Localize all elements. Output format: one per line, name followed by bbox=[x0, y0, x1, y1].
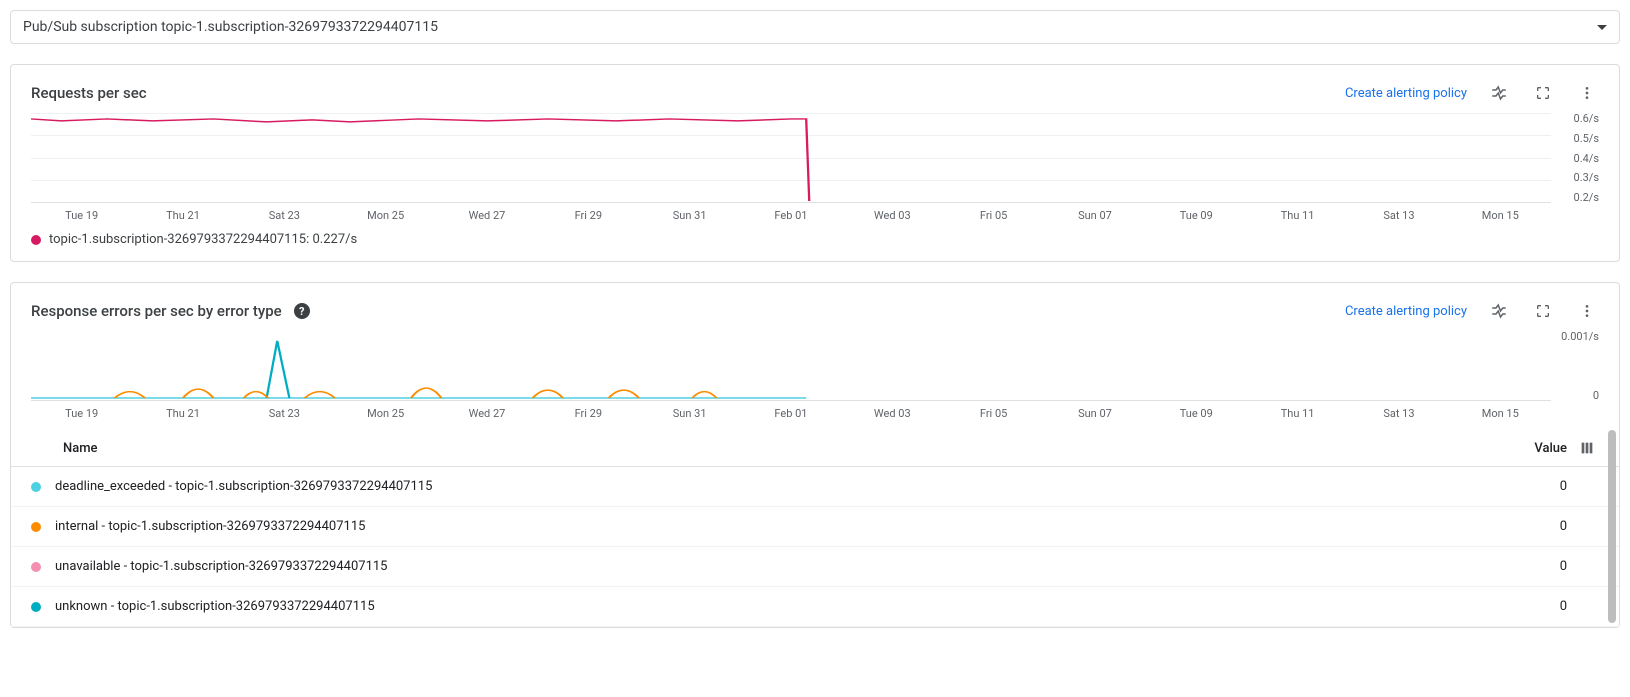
series-dot bbox=[31, 522, 41, 532]
y-axis: 0.001/s 0 bbox=[1551, 331, 1599, 401]
x-tick: Sat 23 bbox=[234, 209, 335, 222]
series-dot bbox=[31, 562, 41, 572]
fullscreen-icon[interactable] bbox=[1531, 299, 1555, 323]
card-header: Response errors per sec by error type ? … bbox=[11, 283, 1619, 331]
subscription-dropdown[interactable]: Pub/Sub subscription topic-1.subscriptio… bbox=[10, 10, 1620, 44]
x-tick: Fri 05 bbox=[943, 407, 1044, 420]
more-options-icon[interactable] bbox=[1575, 81, 1599, 105]
create-alerting-policy-link[interactable]: Create alerting policy bbox=[1345, 86, 1467, 101]
row-value: 0 bbox=[1507, 559, 1567, 574]
y-axis: 0.6/s 0.5/s 0.4/s 0.3/s 0.2/s bbox=[1551, 113, 1599, 203]
response-errors-card: Response errors per sec by error type ? … bbox=[10, 282, 1620, 628]
table-row[interactable]: internal - topic-1.subscription-32697933… bbox=[11, 507, 1619, 547]
x-tick: Feb 01 bbox=[740, 407, 841, 420]
x-tick: Thu 21 bbox=[132, 209, 233, 222]
x-tick: Sat 13 bbox=[1348, 209, 1449, 222]
fullscreen-icon[interactable] bbox=[1531, 81, 1555, 105]
legend-toggle-icon[interactable] bbox=[1487, 81, 1511, 105]
x-tick: Sat 23 bbox=[234, 407, 335, 420]
row-name: unavailable - topic-1.subscription-32697… bbox=[55, 559, 1507, 574]
chart-plot bbox=[31, 331, 1551, 401]
x-tick: Wed 03 bbox=[842, 209, 943, 222]
legend-label: topic-1.subscription-3269793372294407115… bbox=[49, 232, 357, 247]
y-tick: 0.2/s bbox=[1574, 192, 1599, 203]
row-value: 0 bbox=[1507, 519, 1567, 534]
series-dot bbox=[31, 482, 41, 492]
help-icon[interactable]: ? bbox=[294, 303, 310, 319]
y-tick: 0.001/s bbox=[1561, 331, 1599, 342]
card-actions: Create alerting policy bbox=[1345, 81, 1599, 105]
chart-title: Response errors per sec by error type ? bbox=[31, 302, 310, 320]
header-name: Name bbox=[63, 441, 1507, 456]
x-tick: Thu 21 bbox=[132, 407, 233, 420]
chevron-down-icon bbox=[1597, 25, 1607, 30]
row-name: internal - topic-1.subscription-32697933… bbox=[55, 519, 1507, 534]
x-tick: Tue 19 bbox=[31, 407, 132, 420]
chart-plot-area[interactable]: 0.001/s 0 bbox=[31, 331, 1599, 401]
legend-dot bbox=[31, 235, 41, 245]
x-tick: Mon 25 bbox=[335, 407, 436, 420]
row-value: 0 bbox=[1507, 599, 1567, 614]
create-alerting-policy-link[interactable]: Create alerting policy bbox=[1345, 304, 1467, 319]
table-row[interactable]: deadline_exceeded - topic-1.subscription… bbox=[11, 467, 1619, 507]
x-tick: Thu 11 bbox=[1247, 407, 1348, 420]
legend-toggle-icon[interactable] bbox=[1487, 299, 1511, 323]
x-tick: Mon 15 bbox=[1450, 407, 1551, 420]
x-tick: Tue 19 bbox=[31, 209, 132, 222]
card-header: Requests per sec Create alerting policy bbox=[11, 65, 1619, 113]
x-tick: Wed 27 bbox=[436, 407, 537, 420]
series-dot bbox=[31, 602, 41, 612]
x-tick: Sun 31 bbox=[639, 407, 740, 420]
row-name: unknown - topic-1.subscription-326979337… bbox=[55, 599, 1507, 614]
x-tick: Sun 07 bbox=[1044, 407, 1145, 420]
table-row[interactable]: unavailable - topic-1.subscription-32697… bbox=[11, 547, 1619, 587]
table-row[interactable]: unknown - topic-1.subscription-326979337… bbox=[11, 587, 1619, 627]
row-name: deadline_exceeded - topic-1.subscription… bbox=[55, 479, 1507, 494]
y-tick: 0 bbox=[1593, 390, 1599, 401]
x-tick: Sun 31 bbox=[639, 209, 740, 222]
x-tick: Tue 09 bbox=[1146, 407, 1247, 420]
x-tick: Mon 15 bbox=[1450, 209, 1551, 222]
x-tick: Thu 11 bbox=[1247, 209, 1348, 222]
x-tick: Fri 29 bbox=[538, 209, 639, 222]
chart-body: 0.6/s 0.5/s 0.4/s 0.3/s 0.2/s Tue 19 Thu… bbox=[11, 113, 1619, 261]
x-tick: Wed 03 bbox=[842, 407, 943, 420]
legend-table: Name Value deadline_exceeded - topic-1.s… bbox=[11, 430, 1619, 627]
x-tick: Tue 09 bbox=[1146, 209, 1247, 222]
series-line bbox=[31, 113, 1551, 202]
row-value: 0 bbox=[1507, 479, 1567, 494]
x-tick: Sun 07 bbox=[1044, 209, 1145, 222]
y-tick: 0.6/s bbox=[1574, 113, 1599, 124]
y-tick: 0.4/s bbox=[1574, 153, 1599, 164]
card-actions: Create alerting policy bbox=[1345, 299, 1599, 323]
y-tick: 0.5/s bbox=[1574, 133, 1599, 144]
more-options-icon[interactable] bbox=[1575, 299, 1599, 323]
x-tick: Mon 25 bbox=[335, 209, 436, 222]
column-settings-icon[interactable] bbox=[1575, 440, 1599, 456]
x-tick: Wed 27 bbox=[436, 209, 537, 222]
x-tick: Fri 05 bbox=[943, 209, 1044, 222]
requests-per-sec-card: Requests per sec Create alerting policy bbox=[10, 64, 1620, 262]
legend-row: topic-1.subscription-3269793372294407115… bbox=[31, 222, 1599, 251]
x-tick: Sat 13 bbox=[1348, 407, 1449, 420]
chart-body: 0.001/s 0 Tue 19 Thu 21 Sat 23 Mon 25 We… bbox=[11, 331, 1619, 430]
subscription-dropdown-label: Pub/Sub subscription topic-1.subscriptio… bbox=[23, 19, 438, 35]
chart-plot bbox=[31, 113, 1551, 203]
chart-title-text: Response errors per sec by error type bbox=[31, 302, 282, 320]
x-axis: Tue 19 Thu 21 Sat 23 Mon 25 Wed 27 Fri 2… bbox=[31, 203, 1599, 222]
x-axis: Tue 19 Thu 21 Sat 23 Mon 25 Wed 27 Fri 2… bbox=[31, 401, 1599, 420]
chart-title: Requests per sec bbox=[31, 84, 147, 102]
x-tick: Feb 01 bbox=[740, 209, 841, 222]
series-lines bbox=[31, 331, 1551, 400]
header-value: Value bbox=[1507, 441, 1567, 456]
x-tick: Fri 29 bbox=[538, 407, 639, 420]
table-header: Name Value bbox=[11, 430, 1619, 467]
scrollbar[interactable] bbox=[1608, 430, 1616, 623]
y-tick: 0.3/s bbox=[1574, 172, 1599, 183]
chart-plot-area[interactable]: 0.6/s 0.5/s 0.4/s 0.3/s 0.2/s bbox=[31, 113, 1599, 203]
